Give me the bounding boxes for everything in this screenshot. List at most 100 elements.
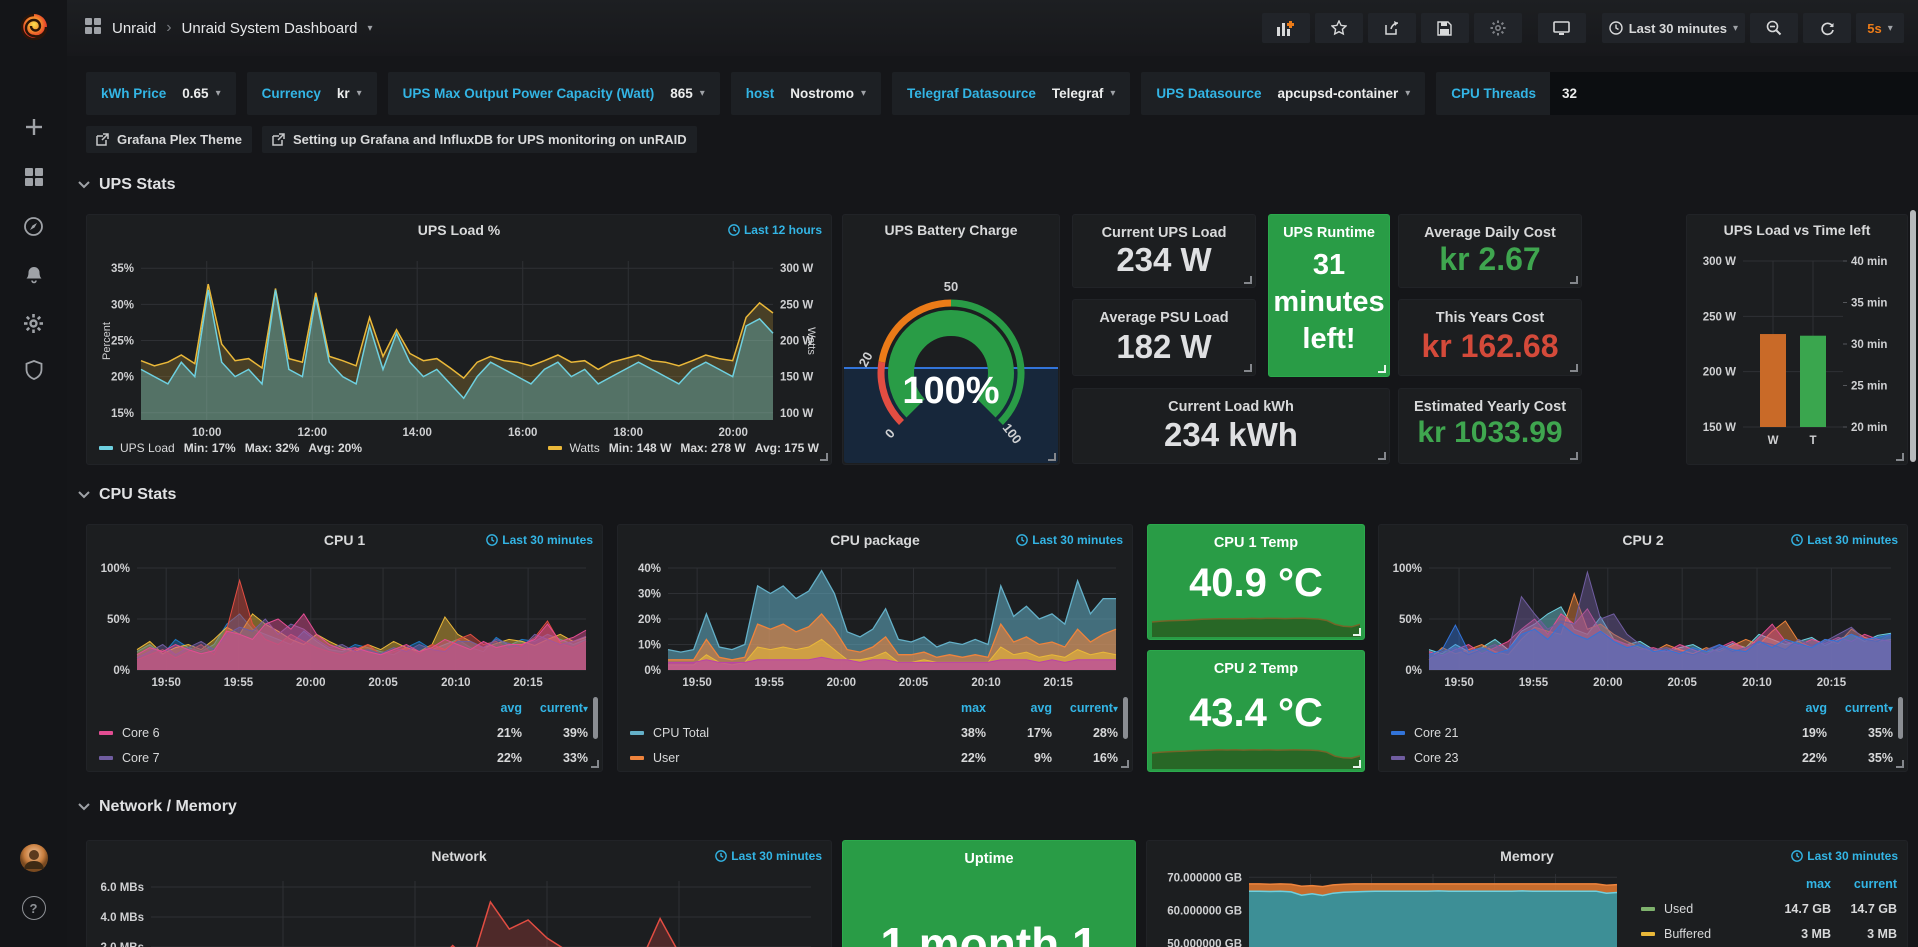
stat-title[interactable]: This Years Cost: [1399, 310, 1581, 326]
cpu1-chart[interactable]: 19:5019:5520:0020:0520:1020:150%50%100%: [95, 553, 594, 693]
page-scrollbar[interactable]: [1910, 210, 1916, 462]
legend-col-current[interactable]: current▾: [1827, 701, 1893, 715]
chart-legend[interactable]: maxcurrent Used14.7 GB14.7 GBBuffered3 MB…: [1641, 871, 1897, 946]
legend-col-avg[interactable]: avg: [986, 701, 1052, 715]
legend-row[interactable]: User22%9%16%: [630, 745, 1118, 770]
stat-title[interactable]: CPU 1 Temp: [1148, 535, 1364, 551]
title-caret-icon[interactable]: ▾: [367, 23, 372, 34]
legend-row[interactable]: Core 2322%35%: [1391, 745, 1893, 770]
chart-legend[interactable]: maxavgcurrent▾ CPU Total38%17%28%User22%9…: [630, 695, 1118, 770]
legend-series[interactable]: UPS LoadMin: 17%Max: 32%Avg: 20%: [99, 441, 362, 455]
dashboard-link[interactable]: Grafana Plex Theme: [86, 126, 252, 153]
legend-row[interactable]: Buffered3 MB3 MB: [1641, 921, 1897, 946]
legend-col-current[interactable]: current: [1831, 877, 1897, 891]
legend-row[interactable]: Core 2119%35%: [1391, 720, 1893, 745]
panel-title[interactable]: UPS Battery Charge: [843, 222, 1059, 238]
svg-text:19:50: 19:50: [1444, 677, 1473, 689]
time-range-picker[interactable]: Last 30 minutes ▾: [1602, 13, 1745, 43]
variable-telegraf-datasource[interactable]: Telegraf DatasourceTelegraf▾: [892, 72, 1130, 115]
stat-title[interactable]: Current Load kWh: [1073, 399, 1389, 415]
help-icon[interactable]: ?: [0, 896, 67, 920]
top-nav-bar: Unraid › Unraid System Dashboard ▾: [0, 0, 1918, 56]
explore-compass-icon[interactable]: [0, 216, 67, 237]
refresh-button[interactable]: [1803, 13, 1851, 43]
legend-row[interactable]: Used14.7 GB14.7 GB: [1641, 896, 1897, 921]
refresh-interval-picker[interactable]: 5s ▾: [1856, 13, 1904, 43]
variable-currency[interactable]: Currencykr▾: [247, 72, 377, 115]
panel-time-range[interactable]: Last 30 minutes: [486, 533, 593, 547]
cycle-view-button[interactable]: [1538, 13, 1586, 43]
server-admin-shield-icon[interactable]: [0, 360, 67, 380]
dashboard-settings-button[interactable]: [1474, 13, 1522, 43]
ups-load-vs-time-chart[interactable]: 150 W200 W250 W300 W20 min25 min30 min35…: [1687, 243, 1907, 466]
breadcrumb-section[interactable]: Unraid: [112, 20, 156, 37]
add-panel-button[interactable]: [1262, 13, 1310, 43]
panel-time-range[interactable]: Last 30 minutes: [1791, 533, 1898, 547]
stat-value: 40.9 °C: [1148, 561, 1364, 606]
panel-title[interactable]: UPS Load vs Time left: [1687, 222, 1907, 238]
svg-text:19:55: 19:55: [224, 677, 254, 689]
configuration-gear-icon[interactable]: [0, 313, 67, 334]
variable-input[interactable]: 32: [1550, 72, 1918, 115]
stat-title[interactable]: Average PSU Load: [1073, 310, 1255, 326]
network-chart[interactable]: 2.0 MBs4.0 MBs6.0 MBs: [95, 867, 823, 947]
grafana-logo[interactable]: [0, 9, 67, 45]
legend-col-max[interactable]: max: [920, 701, 986, 715]
section-cpu-stats[interactable]: CPU Stats: [78, 486, 176, 504]
variable-ups-max-output-power-capacity-watt-[interactable]: UPS Max Output Power Capacity (Watt)865▾: [388, 72, 720, 115]
stat-title[interactable]: Current UPS Load: [1073, 225, 1255, 241]
panel-time-range[interactable]: Last 12 hours: [728, 223, 822, 237]
legend-col-current[interactable]: current▾: [1052, 701, 1118, 715]
variable-kwh-price[interactable]: kWh Price0.65▾: [86, 72, 236, 115]
stat-title[interactable]: CPU 2 Temp: [1148, 661, 1364, 677]
panel-time-range[interactable]: Last 30 minutes: [715, 849, 822, 863]
save-button[interactable]: [1421, 13, 1469, 43]
svg-text:20:15: 20:15: [1043, 677, 1073, 689]
stat-title[interactable]: Estimated Yearly Cost: [1399, 399, 1581, 415]
stat-title[interactable]: Uptime: [843, 851, 1135, 867]
battery-gauge[interactable]: 02050100: [843, 239, 1059, 459]
zoom-out-button[interactable]: [1750, 13, 1798, 43]
share-button[interactable]: [1368, 13, 1416, 43]
chart-legend[interactable]: UPS LoadMin: 17%Max: 32%Avg: 20% WattsMin…: [99, 441, 819, 455]
legend-col-avg[interactable]: avg: [1761, 701, 1827, 715]
cpu2-chart[interactable]: 19:5019:5520:0020:0520:1020:150%50%100%: [1387, 553, 1899, 693]
star-button[interactable]: [1315, 13, 1363, 43]
svg-text:0%: 0%: [644, 665, 661, 677]
legend-col-avg[interactable]: avg: [456, 701, 522, 715]
page-title[interactable]: Unraid System Dashboard: [182, 20, 358, 37]
stat-value: 234 kWh: [1073, 416, 1389, 454]
svg-text:19:55: 19:55: [755, 677, 785, 689]
legend-scrollbar[interactable]: [593, 697, 598, 739]
variable-host[interactable]: hostNostromo▾: [731, 72, 881, 115]
variable-cpu-threads[interactable]: CPU Threads32: [1436, 72, 1918, 115]
legend-scrollbar[interactable]: [1898, 697, 1903, 739]
legend-row[interactable]: Core 621%39%: [99, 720, 588, 745]
legend-col-current[interactable]: current▾: [522, 701, 588, 715]
stat-title[interactable]: UPS Runtime: [1269, 225, 1389, 241]
legend-col-max[interactable]: max: [1765, 877, 1831, 891]
legend-row[interactable]: CPU Total38%17%28%: [630, 720, 1118, 745]
dashboards-grid-icon[interactable]: [84, 17, 102, 39]
legend-series[interactable]: WattsMin: 148 WMax: 278 WAvg: 175 W: [548, 441, 819, 455]
create-plus-icon[interactable]: [0, 117, 67, 137]
cpu-package-chart[interactable]: 19:5019:5520:0020:0520:1020:150%10%20%30…: [626, 553, 1124, 693]
section-network-memory[interactable]: Network / Memory: [78, 798, 237, 816]
legend-row[interactable]: Core 722%33%: [99, 745, 588, 770]
variable-ups-datasource[interactable]: UPS Datasourceapcupsd-container▾: [1141, 72, 1425, 115]
panel-current-load-kwh: Current Load kWh 234 kWh: [1072, 388, 1390, 464]
panel-title[interactable]: UPS Load %: [87, 222, 831, 238]
ups-load-chart[interactable]: Percent Watts 10:0012:0014:0016:0018:002…: [95, 243, 823, 439]
user-avatar[interactable]: [0, 843, 67, 873]
panel-time-range[interactable]: Last 30 minutes: [1791, 849, 1898, 863]
panel-time-range[interactable]: Last 30 minutes: [1016, 533, 1123, 547]
dashboards-icon[interactable]: [0, 167, 67, 187]
legend-scrollbar[interactable]: [1123, 697, 1128, 739]
stat-title[interactable]: Average Daily Cost: [1399, 225, 1581, 241]
dashboard-link[interactable]: Setting up Grafana and InfluxDB for UPS …: [262, 126, 697, 153]
alerting-bell-icon[interactable]: [0, 265, 67, 285]
chart-legend[interactable]: avgcurrent▾ Core 621%39%Core 722%33%: [99, 695, 588, 770]
stat-value: kr 162.68: [1399, 328, 1581, 365]
section-ups-stats[interactable]: UPS Stats: [78, 176, 175, 194]
chart-legend[interactable]: avgcurrent▾ Core 2119%35%Core 2322%35%: [1391, 695, 1893, 770]
